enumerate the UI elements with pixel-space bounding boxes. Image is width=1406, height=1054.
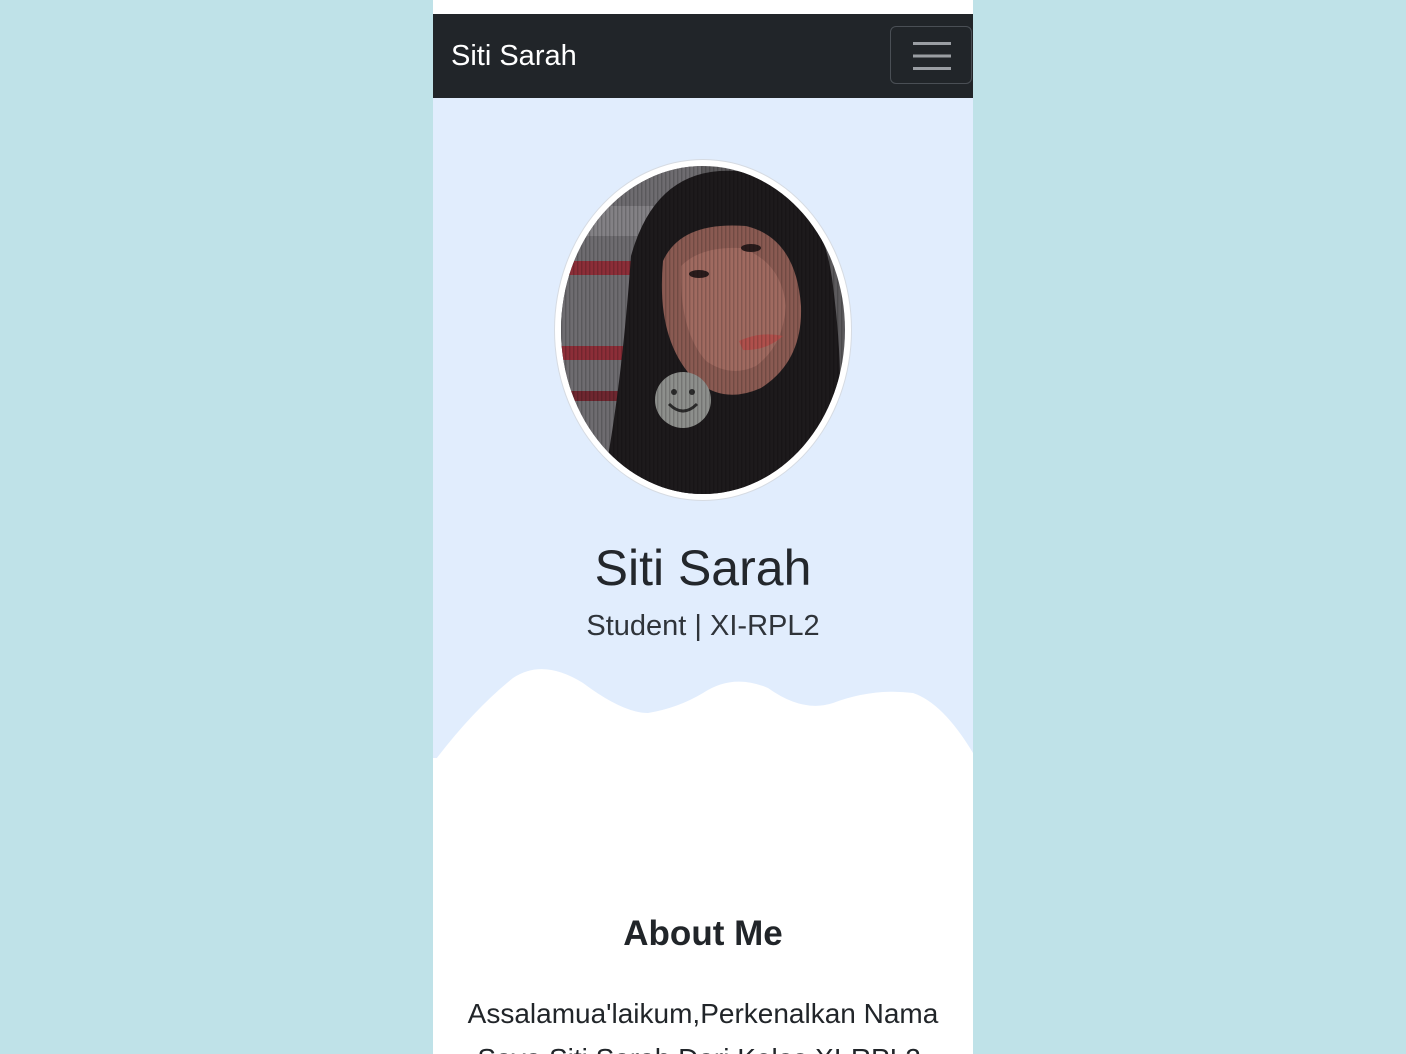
navbar-toggler-button[interactable] bbox=[890, 26, 972, 84]
about-title: About Me bbox=[623, 914, 783, 954]
phone-viewport: Siti Sarah Siti Sarah Student | XI-RPL2 … bbox=[433, 0, 973, 1054]
about-text: Assalamua'laikum,Perkenalkan Nama Saya S… bbox=[467, 998, 939, 1054]
wave-divider bbox=[436, 669, 973, 758]
profile-role: Student | XI-RPL2 bbox=[586, 610, 820, 642]
profile-name: Siti Sarah bbox=[594, 539, 812, 596]
navbar-brand[interactable]: Siti Sarah bbox=[451, 36, 577, 76]
profile-photo bbox=[561, 166, 845, 494]
hero-section: Siti Sarah Student | XI-RPL2 bbox=[433, 98, 973, 758]
top-gap bbox=[433, 0, 973, 14]
avatar bbox=[555, 160, 851, 500]
hamburger-menu-icon bbox=[913, 42, 951, 70]
navbar: Siti Sarah bbox=[433, 14, 973, 98]
